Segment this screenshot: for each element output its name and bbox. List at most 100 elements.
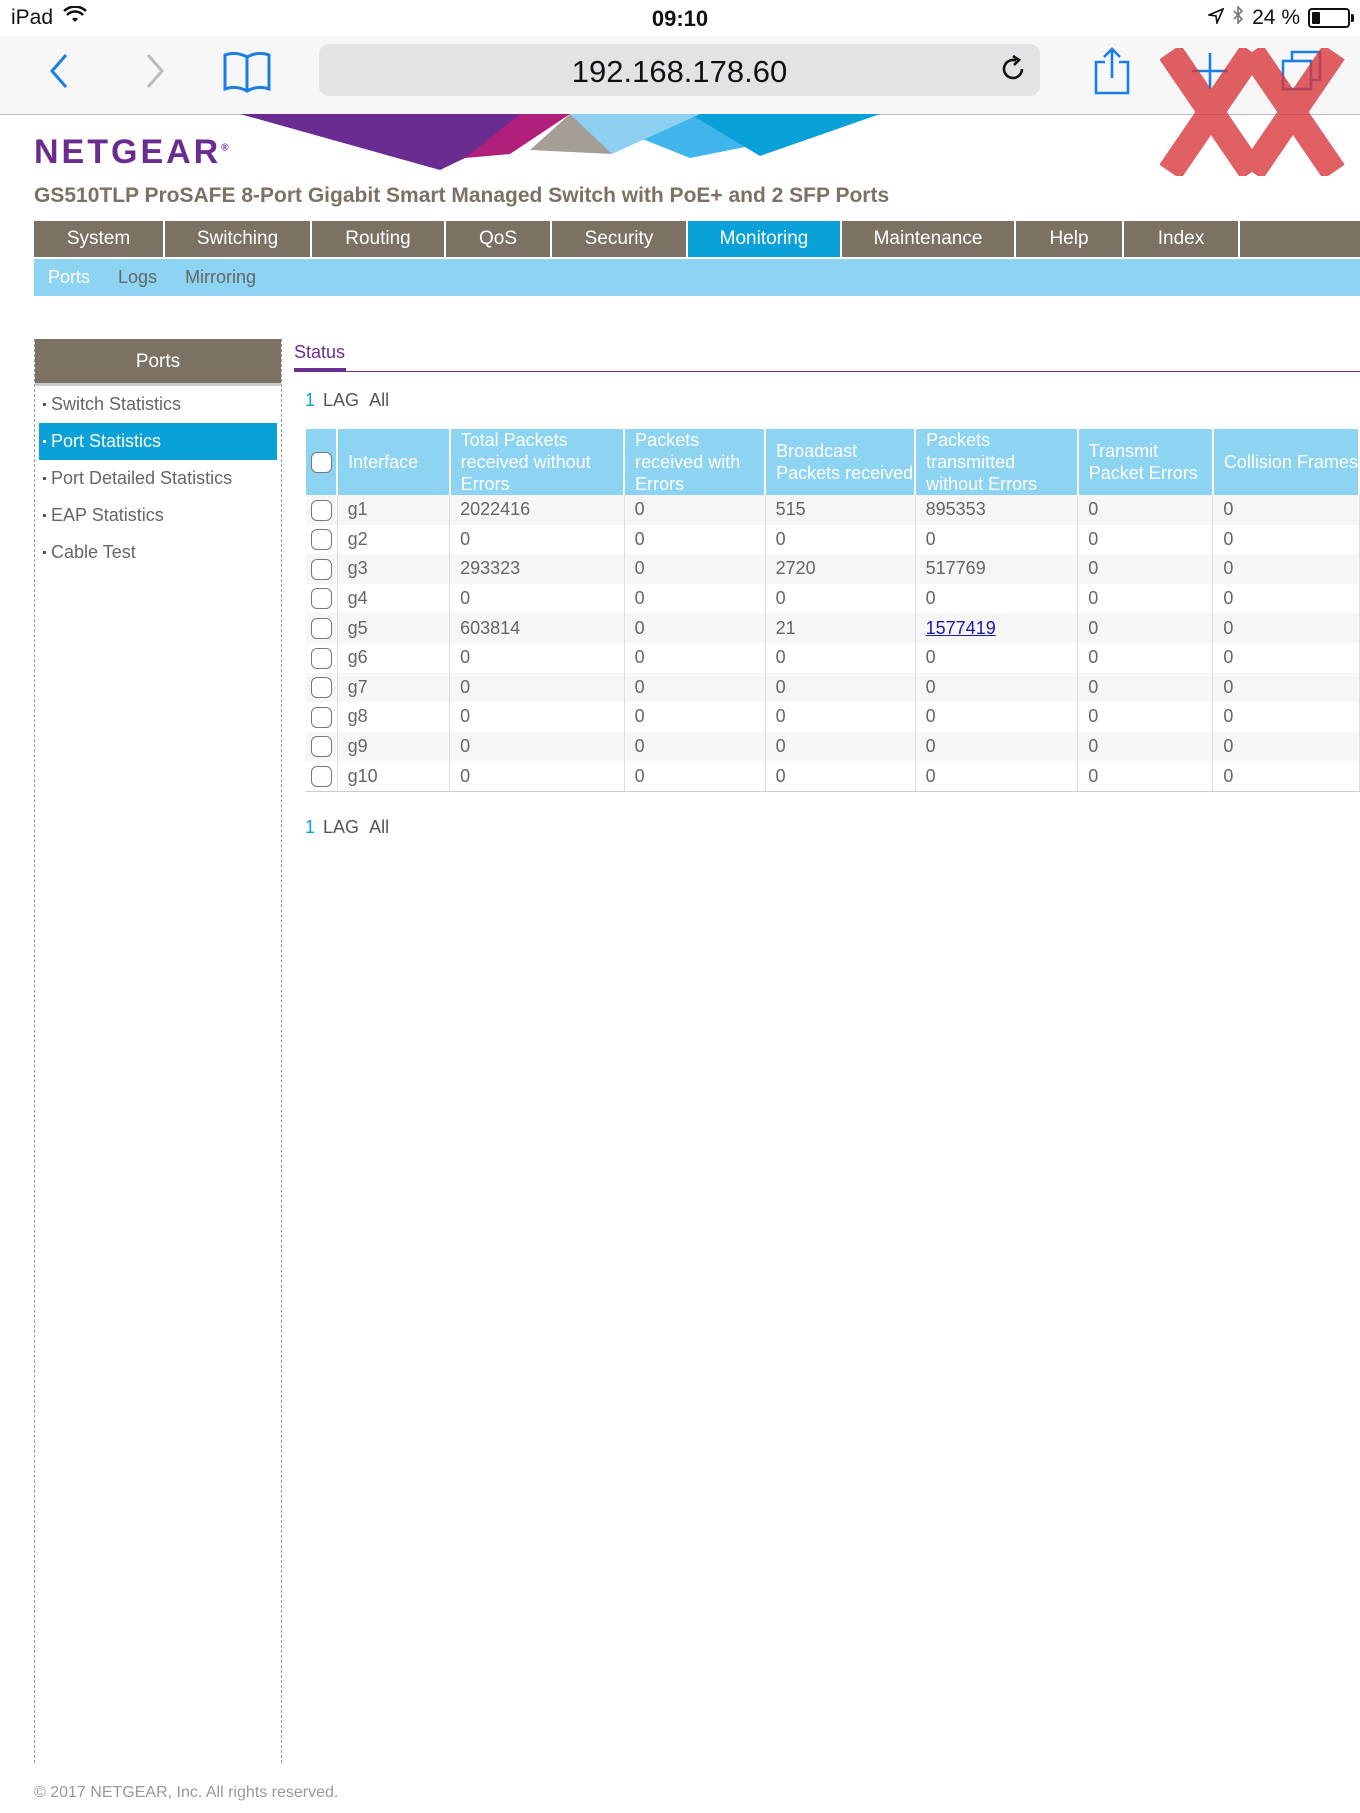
table-header: Interface Total Packets received without… (306, 429, 1360, 495)
stat-cell: 0 (1212, 583, 1360, 614)
stat-cell: 0 (765, 524, 916, 555)
tab-maintenance[interactable]: Maintenance (842, 221, 1016, 257)
tab-divider (294, 371, 1360, 372)
col-received-errors: Packets received with Errors (624, 429, 767, 495)
interface-cell: g5 (337, 613, 451, 643)
sidebar-item-cable-test[interactable]: Cable Test (35, 534, 281, 571)
stat-cell: 0 (449, 672, 625, 703)
tab-monitoring[interactable]: Monitoring (688, 221, 842, 257)
col-collision-frames: Collision Frames (1212, 429, 1360, 495)
lag-nav-lag[interactable]: LAG (323, 390, 359, 410)
stat-cell: 0 (449, 702, 625, 732)
row-checkbox[interactable] (306, 761, 338, 792)
port-statistics-table: Interface Total Packets received without… (306, 429, 1360, 792)
stat-cell: 0 (1077, 524, 1214, 555)
share-button[interactable] (1093, 46, 1131, 96)
row-checkbox[interactable] (306, 702, 338, 732)
address-bar[interactable]: 192.168.178.60 (319, 44, 1040, 96)
sidebar-item-port-statistics[interactable]: Port Statistics (39, 423, 277, 460)
tab-index[interactable]: Index (1124, 221, 1240, 257)
sidebar-title: Ports (35, 339, 281, 386)
stat-cell: 0 (624, 554, 766, 584)
stat-cell: 0 (915, 761, 1079, 792)
location-icon (1206, 6, 1225, 30)
stat-cell: 0 (449, 642, 625, 673)
col-interface: Interface (337, 429, 451, 495)
stat-cell: 0 (1077, 495, 1214, 525)
stat-cell: 0 (1212, 702, 1360, 732)
interface-cell: g8 (337, 702, 451, 732)
stat-cell: 0 (765, 672, 916, 703)
stat-cell: 0 (1212, 613, 1360, 643)
stat-cell: 0 (1212, 642, 1360, 673)
stat-cell: 0 (915, 672, 1079, 703)
row-checkbox[interactable] (306, 554, 338, 584)
stat-cell: 0 (1077, 731, 1214, 762)
row-checkbox[interactable] (306, 613, 338, 643)
back-button[interactable] (44, 46, 74, 96)
tab-system[interactable]: System (34, 221, 165, 257)
stat-cell: 0 (765, 702, 916, 732)
stat-cell: 0 (1077, 583, 1214, 614)
tab-qos[interactable]: QoS (446, 221, 552, 257)
lag-nav-all[interactable]: All (369, 817, 389, 837)
battery-icon (1308, 8, 1354, 28)
table-row: g5 603814 0 21 1577419 0 0 (306, 613, 1360, 643)
lag-nav-top: 1 LAG All (305, 390, 389, 411)
header-banner (240, 114, 880, 170)
sidebar-item-eap-statistics[interactable]: EAP Statistics (35, 497, 281, 534)
row-checkbox[interactable] (306, 731, 338, 762)
table-row: g8 0 0 0 0 0 0 (306, 702, 1360, 732)
subtab-mirroring[interactable]: Mirroring (185, 267, 256, 288)
stat-link[interactable]: 1577419 (926, 618, 996, 638)
stat-cell: 0 (1212, 554, 1360, 584)
row-checkbox[interactable] (306, 672, 338, 703)
forward-button[interactable] (140, 46, 170, 96)
stat-cell: 0 (1212, 495, 1360, 525)
stat-cell: 0 (765, 761, 916, 792)
bluetooth-icon (1232, 5, 1244, 30)
tab-status[interactable]: Status (294, 342, 345, 363)
table-row: g1 2022416 0 515 895353 0 0 (306, 495, 1360, 525)
stat-cell: 0 (449, 524, 625, 555)
stat-cell: 0 (624, 702, 766, 732)
sub-nav: Ports Logs Mirroring (34, 259, 1360, 296)
row-checkbox[interactable] (306, 524, 338, 555)
reload-icon[interactable] (998, 54, 1028, 89)
row-checkbox[interactable] (306, 495, 338, 525)
sidebar-item-port-detailed-statistics[interactable]: Port Detailed Statistics (35, 460, 281, 497)
subtab-logs[interactable]: Logs (118, 267, 157, 288)
stat-cell: 0 (915, 524, 1079, 555)
sidebar-item-switch-statistics[interactable]: Switch Statistics (35, 386, 281, 423)
tab-routing[interactable]: Routing (312, 221, 446, 257)
stat-cell: 0 (915, 642, 1079, 673)
lag-nav-unit[interactable]: 1 (305, 817, 315, 837)
tab-help[interactable]: Help (1016, 221, 1124, 257)
browser-toolbar: 192.168.178.60 (0, 36, 1360, 180)
row-checkbox[interactable] (306, 583, 338, 614)
copyright: © 2017 NETGEAR, Inc. All rights reserved… (34, 1784, 339, 1801)
stat-cell: 0 (624, 495, 766, 525)
lag-nav-all[interactable]: All (369, 390, 389, 410)
stat-cell: 0 (1077, 642, 1214, 673)
stat-cell: 0 (765, 583, 916, 614)
tab-security[interactable]: Security (552, 221, 688, 257)
stat-cell: 0 (449, 583, 625, 614)
stat-cell: 0 (1077, 672, 1214, 703)
status-bar: iPad 09:10 24 % (0, 0, 1360, 36)
subtab-ports[interactable]: Ports (48, 267, 90, 288)
stat-cell: 517769 (915, 554, 1079, 584)
stat-cell: 21 (765, 613, 916, 643)
tab-switching[interactable]: Switching (165, 221, 312, 257)
lag-nav-unit[interactable]: 1 (305, 390, 315, 410)
stat-cell: 0 (915, 583, 1079, 614)
col-total-received: Total Packets received without Errors (449, 429, 626, 495)
select-all-checkbox[interactable] (306, 429, 339, 495)
interface-cell: g10 (337, 761, 451, 792)
row-checkbox[interactable] (306, 642, 338, 673)
sidebar: Ports Switch Statistics Port Statistics … (34, 339, 282, 1763)
lag-nav-lag[interactable]: LAG (323, 817, 359, 837)
bookmarks-button[interactable] (222, 46, 272, 96)
stat-cell: 0 (915, 731, 1079, 762)
interface-cell: g9 (337, 731, 451, 762)
